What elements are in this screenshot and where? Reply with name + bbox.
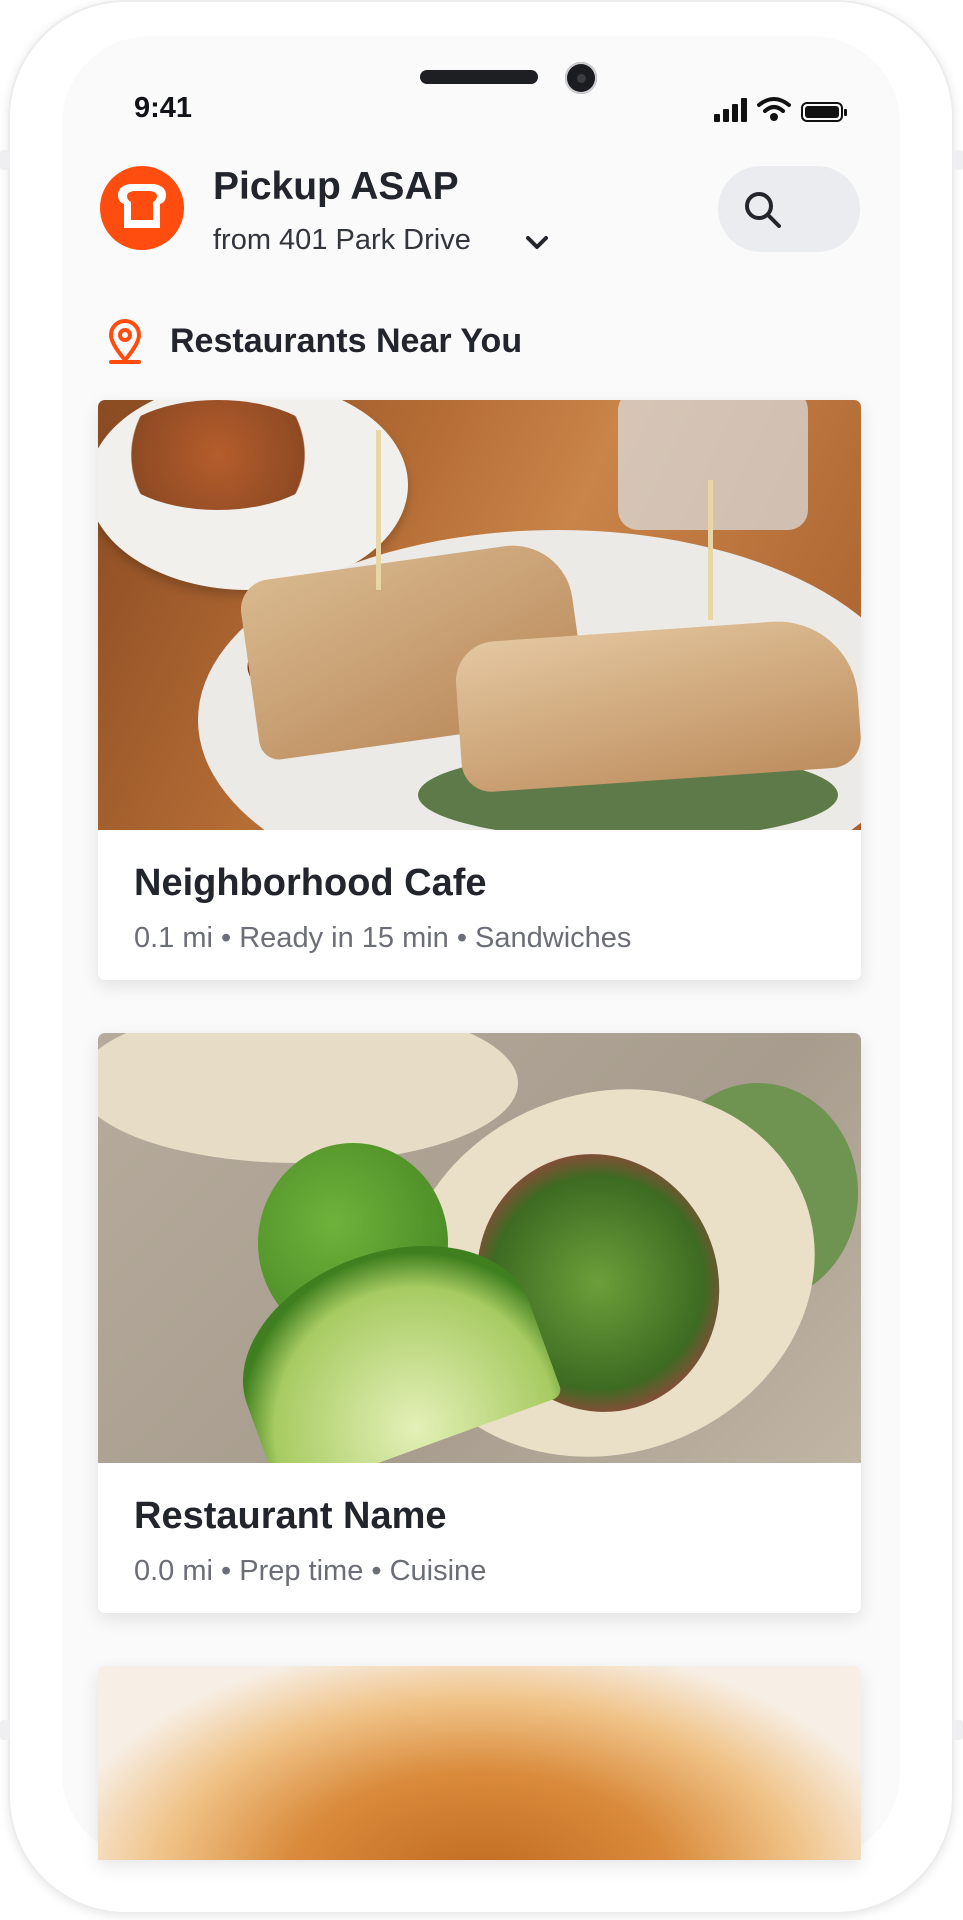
restaurant-card[interactable]: Neighborhood Cafe 0.1 mi • Ready in 15 m… <box>98 400 861 980</box>
pickup-location[interactable]: from 401 Park Drive <box>213 224 471 257</box>
restaurant-card[interactable]: Restaurant Name 0.0 mi • Prep time • Cui… <box>98 1033 861 1613</box>
side-button <box>0 1720 10 1740</box>
status-icons <box>714 96 847 122</box>
restaurant-name[interactable]: Neighborhood Cafe <box>134 862 487 905</box>
restaurant-image-tacos <box>98 1033 861 1463</box>
search-button[interactable] <box>718 166 860 252</box>
speaker-notch <box>420 70 538 84</box>
toast-icon <box>118 184 166 228</box>
restaurant-name[interactable]: Restaurant Name <box>134 1495 447 1538</box>
section-title: Restaurants Near You <box>170 322 523 360</box>
restaurant-meta: 0.1 mi • Ready in 15 min • Sandwiches <box>134 922 632 954</box>
chevron-down-icon[interactable] <box>524 234 550 252</box>
restaurant-image-sandwich <box>98 400 861 830</box>
battery-icon <box>801 102 847 122</box>
signal-icon <box>714 98 747 122</box>
status-time: 9:41 <box>134 92 193 124</box>
pickup-title[interactable]: Pickup ASAP <box>213 165 459 209</box>
search-icon <box>745 192 781 228</box>
side-button <box>0 150 10 170</box>
brand-logo[interactable] <box>100 166 184 250</box>
restaurant-image-bread <box>98 1666 861 1860</box>
restaurant-card[interactable] <box>98 1666 861 1860</box>
restaurant-meta: 0.0 mi • Prep time • Cuisine <box>134 1555 487 1587</box>
location-pin-icon <box>109 319 141 364</box>
camera <box>565 62 597 94</box>
side-button <box>953 1720 963 1740</box>
wifi-icon <box>757 97 791 121</box>
side-button <box>953 150 963 170</box>
